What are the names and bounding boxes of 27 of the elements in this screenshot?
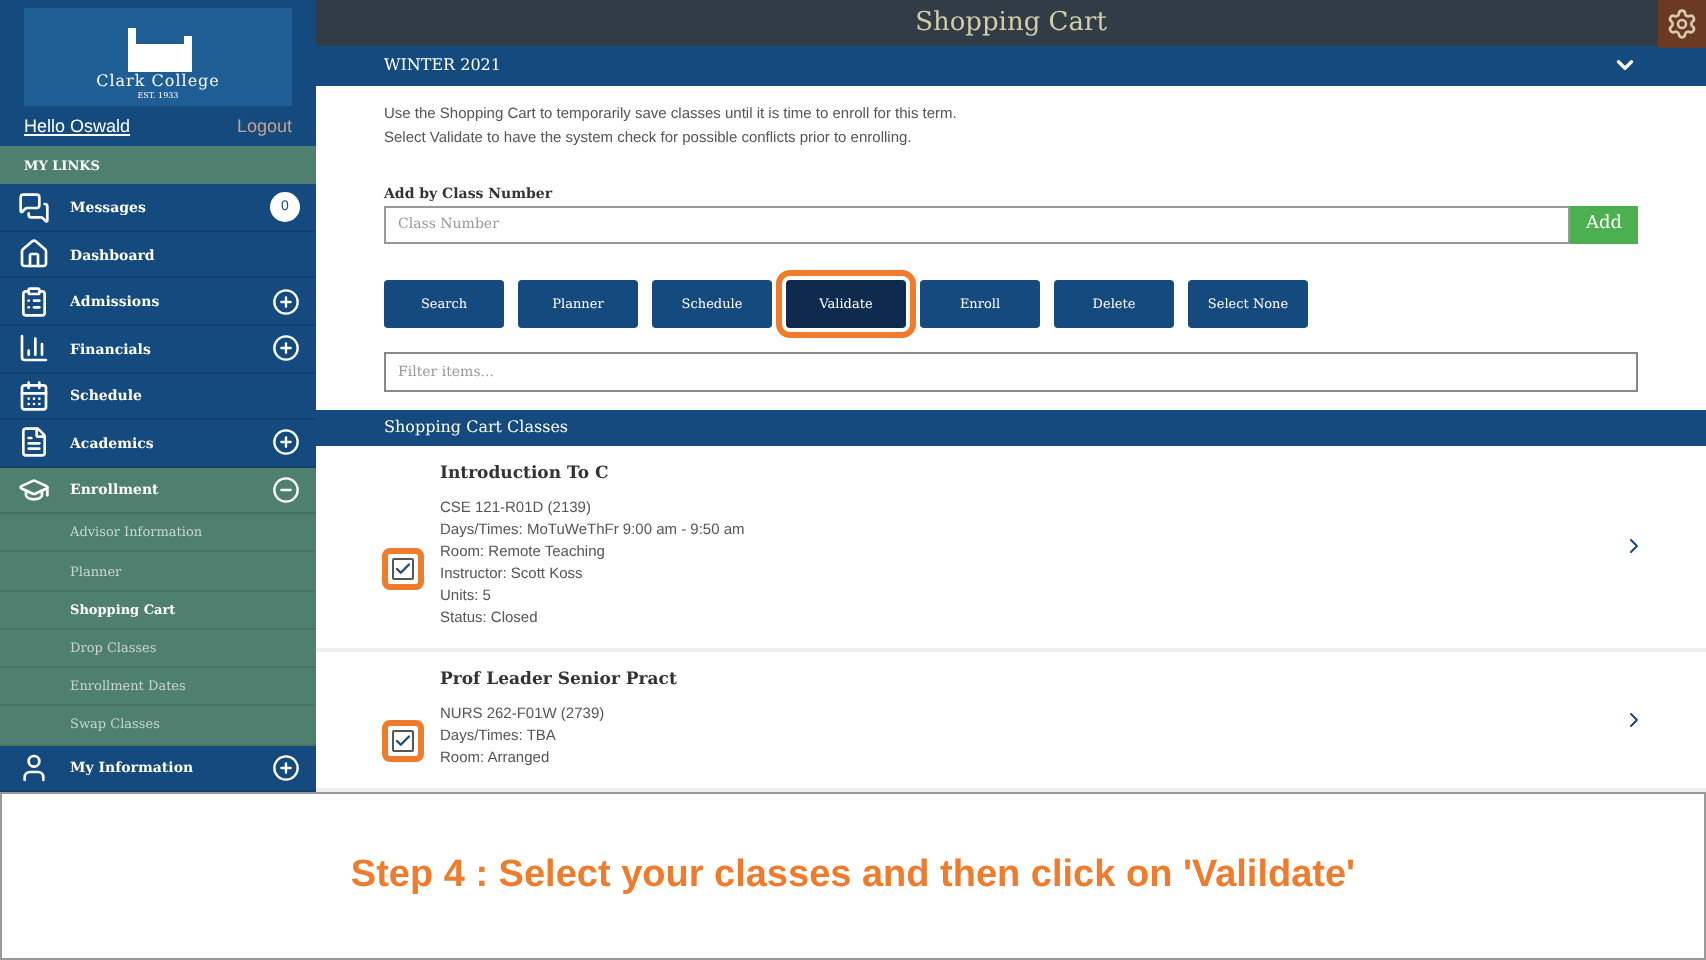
gear-icon (1666, 8, 1698, 40)
expand-icon[interactable] (272, 287, 300, 316)
college-name: Clark College (96, 72, 220, 91)
expand-icon[interactable] (272, 334, 300, 363)
clipboard-icon (18, 285, 50, 318)
collapse-icon[interactable] (272, 475, 300, 504)
checkbox[interactable] (392, 730, 414, 752)
graduation-cap-icon (18, 473, 50, 506)
expand-icon[interactable] (272, 753, 300, 782)
class-title: Introduction To C (440, 464, 611, 484)
building-icon (128, 28, 192, 73)
person-icon (18, 751, 50, 784)
page-title: Shopping Cart (915, 7, 1107, 38)
class-title: Prof Leader Senior Pract (440, 670, 679, 690)
bar-chart-icon (18, 332, 50, 365)
calendar-icon (18, 379, 50, 412)
term-title: WINTER 2021 (384, 56, 501, 75)
caption-text: Step 4 : Select your classes and then click on 'Valildate' (350, 854, 1356, 898)
home-icon (18, 238, 50, 271)
chat-bubbles-icon (18, 191, 50, 224)
expand-icon[interactable] (272, 428, 300, 457)
settings-button[interactable] (1658, 0, 1706, 48)
checkbox[interactable] (392, 557, 414, 579)
user-greeting-link[interactable]: Hello Oswald (24, 116, 131, 146)
logout-link[interactable]: Logout (236, 116, 292, 146)
section-title-bar: Shopping Cart Classes (316, 409, 1706, 446)
document-icon (18, 426, 50, 459)
